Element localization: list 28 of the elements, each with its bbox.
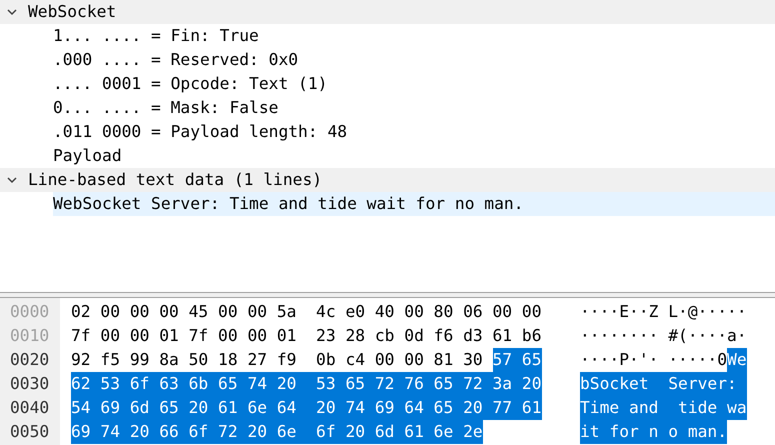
offset-label: 0000 [10, 301, 50, 323]
tree-item[interactable]: 1... .... = Fin: True [53, 24, 259, 48]
ascii-text[interactable]: it for n o man. [580, 420, 728, 444]
tree-node-label[interactable]: WebSocket [28, 0, 116, 24]
tree-item[interactable]: .000 .... = Reserved: 0x0 [53, 48, 298, 72]
hex-bytes[interactable]: 54 69 6d 65 20 61 6e 64 20 74 69 64 65 20 77 61 [71, 396, 542, 420]
hex-bytes[interactable]: 7f 00 00 01 7f 00 00 01 23 28 cb 0d f6 d3 61 b6 [71, 326, 542, 345]
tree-item[interactable]: .... 0001 = Opcode: Text (1) [53, 72, 328, 96]
ascii-text[interactable]: We [727, 348, 747, 372]
ascii-text[interactable]: ····E··Z L·@····· [580, 302, 747, 321]
hex-bytes[interactable]: 92 f5 99 8a 50 18 27 f9 0b c4 00 00 81 30 [71, 350, 492, 369]
tree-item[interactable]: 0... .... = Mask: False [53, 96, 278, 120]
hex-bytes[interactable]: 62 53 6f 63 6b 65 74 20 53 65 72 76 65 72 3a 20 [71, 372, 542, 396]
tree-item[interactable]: WebSocket Server: Time and tide wait for no man. [53, 192, 775, 216]
ascii-text[interactable]: Time and tide wa [580, 396, 747, 420]
ascii-text[interactable]: bSocket Server: [580, 372, 747, 396]
offset-label: 0020 [10, 349, 50, 371]
offset-label: 0040 [10, 397, 50, 419]
ascii-text[interactable]: ········ #(····a· [580, 326, 747, 345]
tree-item[interactable]: Payload [53, 144, 122, 168]
hex-bytes[interactable]: 57 65 [492, 348, 542, 372]
offset-label: 0010 [10, 325, 50, 347]
hex-bytes[interactable]: 02 00 00 00 45 00 00 5a 4c e0 40 00 80 06 00 00 [71, 302, 542, 321]
offset-label: 0050 [10, 421, 50, 443]
offset-label: 0030 [10, 373, 50, 395]
tree-item[interactable]: .011 0000 = Payload length: 48 [53, 120, 348, 144]
hex-bytes[interactable]: 69 74 20 66 6f 72 20 6e 6f 20 6d 61 6e 2e [71, 420, 483, 444]
ascii-text[interactable]: ····P·'· ·····0 [580, 350, 728, 369]
